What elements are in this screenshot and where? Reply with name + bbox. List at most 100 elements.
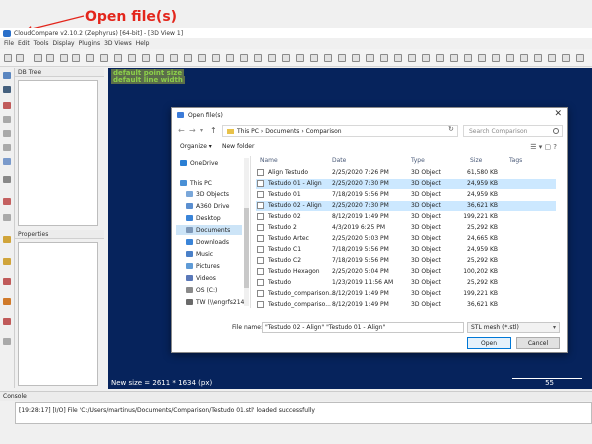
nav-item-music[interactable]: Music <box>186 249 213 259</box>
menu-file[interactable]: File <box>4 40 14 47</box>
csf-icon[interactable] <box>366 54 374 62</box>
left-view-icon[interactable] <box>3 258 11 265</box>
nav-item-pictures[interactable]: Pictures <box>186 261 220 271</box>
section-icon[interactable] <box>254 54 262 62</box>
up-arrow-icon[interactable]: ↑ <box>210 126 217 135</box>
color-icon[interactable] <box>268 54 276 62</box>
right-view-icon[interactable] <box>3 278 11 285</box>
nav-item-downloads[interactable]: Downloads <box>186 237 229 247</box>
cancel-button[interactable]: Cancel <box>516 337 560 349</box>
octree-icon[interactable] <box>338 54 346 62</box>
nav-item-onedrive[interactable]: OneDrive <box>180 158 218 168</box>
save-icon[interactable] <box>16 54 24 62</box>
pick-icon[interactable] <box>114 54 122 62</box>
grid-icon[interactable] <box>324 54 332 62</box>
menu-plugins[interactable]: Plugins <box>79 40 101 47</box>
qcanupo-icon[interactable] <box>478 54 486 62</box>
poisson-icon[interactable] <box>520 54 528 62</box>
file-row[interactable]: Testudo Hexagon 2/25/2020 5:04 PM 3D Objec… <box>256 267 556 277</box>
iso-view-icon[interactable] <box>3 198 11 205</box>
nav-item-this-pc[interactable]: This PC <box>180 178 212 188</box>
column-date[interactable]: Date <box>332 157 346 164</box>
camera-icon[interactable] <box>3 86 11 93</box>
forward-arrow-icon[interactable]: → <box>189 126 196 135</box>
recent-chevron-icon[interactable]: ▾ <box>200 127 203 134</box>
refresh-icon[interactable]: ↻ <box>448 125 454 133</box>
scalar-field-icon[interactable] <box>170 54 178 62</box>
column-size[interactable]: Size <box>470 157 482 164</box>
pivot-icon[interactable] <box>3 102 11 109</box>
magnifier-icon[interactable] <box>3 176 11 183</box>
measure-icon[interactable] <box>128 54 136 62</box>
bottom-view-icon[interactable] <box>3 236 11 243</box>
navigation-scrollbar[interactable] <box>244 158 249 306</box>
file-row[interactable]: Testudo_comparison... 8/12/2019 1:49 PM 3D… <box>256 289 556 299</box>
hough-icon[interactable] <box>534 54 542 62</box>
file-name-input[interactable]: "Testudo 02 - Align" "Testudo 01 - Align… <box>262 322 464 333</box>
stats-icon[interactable] <box>296 54 304 62</box>
close-icon[interactable]: ✕ <box>554 109 562 119</box>
view-options-icon[interactable]: ☰ ▾ ▢ ? <box>530 143 557 151</box>
volume-icon[interactable] <box>380 54 388 62</box>
plane-icon[interactable] <box>240 54 248 62</box>
file-row[interactable]: Testudo 1/23/2019 11:56 AM 3D Object 25,292… <box>256 278 556 288</box>
fullscreen-icon[interactable] <box>3 338 11 345</box>
menu-help[interactable]: Help <box>136 40 150 47</box>
nav-item-videos[interactable]: Videos <box>186 273 216 283</box>
file-type-select[interactable]: STL mesh (*.stl) ▾ <box>467 322 560 333</box>
db-tree-view[interactable] <box>18 80 98 226</box>
menu-display[interactable]: Display <box>52 40 74 47</box>
nav-item-tw-engrfs214[interactable]: TW (\\engrfs214 <box>186 297 244 307</box>
nav-item-3d-objects[interactable]: 3D Objects <box>186 189 229 199</box>
histogram-icon[interactable] <box>282 54 290 62</box>
column-name[interactable]: Name <box>260 157 278 164</box>
open-button[interactable]: Open <box>467 337 511 349</box>
label-icon[interactable] <box>450 54 458 62</box>
file-row[interactable]: Testudo 02 - Align 2/25/2020 7:30 PM 3D Ob… <box>256 201 556 211</box>
nav-item-documents[interactable]: Documents <box>176 225 242 235</box>
file-row[interactable]: Testudo 01 7/18/2019 5:56 PM 3D Object 24,9… <box>256 190 556 200</box>
new-folder-button[interactable]: New folder <box>222 143 254 150</box>
translate-icon[interactable] <box>72 54 80 62</box>
normals-icon[interactable] <box>198 54 206 62</box>
contour-icon[interactable] <box>422 54 430 62</box>
properties-view[interactable] <box>18 242 98 386</box>
console-log[interactable]: [19:28:17] [I/O] File 'C:/Users/martinus… <box>15 402 592 424</box>
delete-icon[interactable] <box>100 54 108 62</box>
shader-icon[interactable] <box>3 318 11 325</box>
plugin-icon[interactable] <box>464 54 472 62</box>
ransac-icon[interactable] <box>506 54 514 62</box>
segment-icon[interactable] <box>86 54 94 62</box>
perspective-icon[interactable] <box>3 72 11 79</box>
column-tags[interactable]: Tags <box>509 157 522 164</box>
file-row[interactable]: Align Testudo 2/25/2020 7:26 PM 3D Object 6… <box>256 168 556 178</box>
top-view-icon[interactable] <box>3 144 11 151</box>
file-row[interactable]: Testudo C2 7/18/2019 5:56 PM 3D Object 25,2… <box>256 256 556 266</box>
address-bar[interactable]: This PC › Documents › Comparison <box>222 125 458 137</box>
align-icon[interactable] <box>60 54 68 62</box>
menu-3d-views[interactable]: 3D Views <box>104 40 132 47</box>
clone-icon[interactable] <box>34 54 42 62</box>
column-type[interactable]: Type <box>411 157 425 164</box>
crop-icon[interactable] <box>394 54 402 62</box>
open-file-icon[interactable] <box>4 54 12 62</box>
rasterize-icon[interactable] <box>408 54 416 62</box>
side-view-icon[interactable] <box>3 158 11 165</box>
nav-item-os-c[interactable]: OS (C:) <box>186 285 217 295</box>
breadcrumb-documents[interactable]: Documents <box>265 128 299 135</box>
facets-icon[interactable] <box>548 54 556 62</box>
back-view-icon[interactable] <box>3 214 11 221</box>
distance-icon[interactable] <box>212 54 220 62</box>
merge-icon[interactable] <box>46 54 54 62</box>
file-row[interactable]: Testudo Artec 2/25/2020 5:03 PM 3D Object 2… <box>256 234 556 244</box>
mesh-icon[interactable] <box>156 54 164 62</box>
nav-item-a360-drive[interactable]: A360 Drive <box>186 201 229 211</box>
file-row[interactable]: Testudo_compariso... 8/12/2019 1:49 PM 3D … <box>256 300 556 310</box>
filter-icon[interactable] <box>184 54 192 62</box>
tool-icon[interactable] <box>310 54 318 62</box>
file-row[interactable]: Testudo 01 - Align 2/25/2020 7:30 PM 3D Ob… <box>256 179 556 189</box>
cloud-icon[interactable] <box>226 54 234 62</box>
scrollbar-thumb[interactable] <box>244 208 249 288</box>
m3c2-icon[interactable] <box>492 54 500 62</box>
file-row[interactable]: Testudo 02 8/12/2019 1:49 PM 3D Object 199,… <box>256 212 556 222</box>
